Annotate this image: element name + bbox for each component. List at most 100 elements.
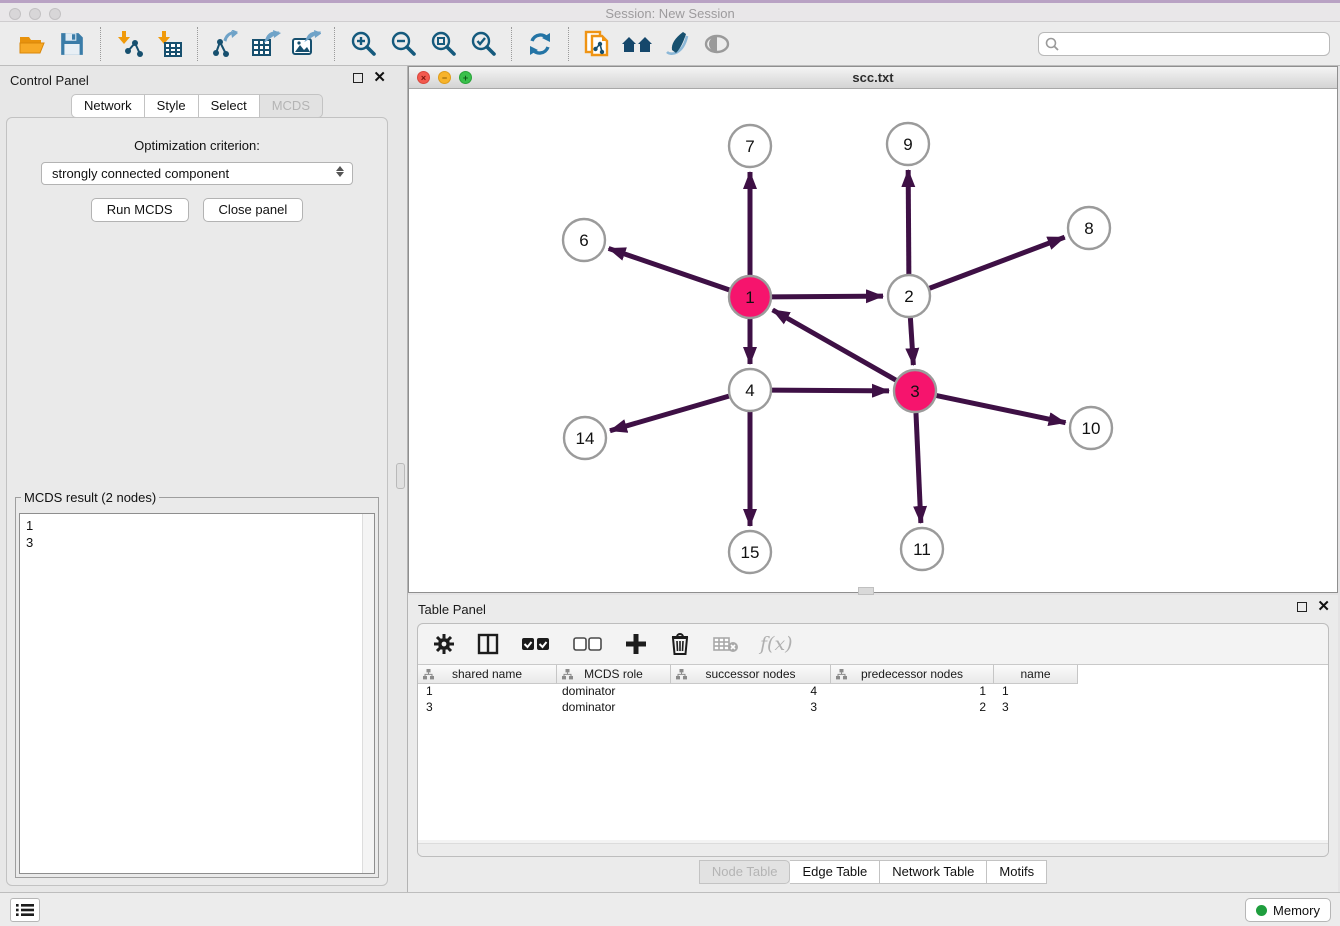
cell-mcds-role[interactable]: dominator [557, 699, 671, 715]
open-folder-icon[interactable] [15, 27, 49, 61]
float-table-panel-icon[interactable] [1297, 602, 1307, 612]
task-history-button[interactable] [10, 898, 40, 922]
tab-mcds[interactable]: MCDS [260, 94, 323, 118]
splitter-handle[interactable] [396, 463, 405, 489]
export-network-icon[interactable] [209, 27, 243, 61]
column-header-successor-nodes[interactable]: successor nodes [671, 665, 831, 684]
graph-edge[interactable] [772, 390, 889, 391]
cell-predecessor-nodes[interactable]: 2 [831, 699, 994, 715]
zoom-fit-icon[interactable] [426, 27, 460, 61]
graph-node-label: 3 [910, 382, 919, 401]
column-label: predecessor nodes [861, 667, 963, 681]
tab-node-table[interactable]: Node Table [699, 860, 791, 884]
cell-shared-name[interactable]: 3 [418, 699, 557, 715]
houses-icon[interactable] [620, 27, 654, 61]
save-glyph [59, 31, 85, 57]
cell-name[interactable]: 1 [994, 683, 1078, 699]
export-table-icon[interactable] [249, 27, 283, 61]
table-row[interactable]: 1 dominator 4 1 1 [418, 683, 1328, 699]
duplicate-network-icon[interactable] [580, 27, 614, 61]
refresh-icon[interactable] [523, 27, 557, 61]
style-brush-icon[interactable] [660, 27, 694, 61]
column-header-predecessor-nodes[interactable]: predecessor nodes [831, 665, 994, 684]
save-icon[interactable] [55, 27, 89, 61]
tab-edge-table[interactable]: Edge Table [790, 860, 880, 884]
tab-network-table[interactable]: Network Table [880, 860, 987, 884]
memory-button[interactable]: Memory [1245, 898, 1331, 922]
result-scrollbar[interactable] [362, 514, 374, 873]
run-mcds-button[interactable]: Run MCDS [91, 198, 189, 222]
cell-shared-name[interactable]: 1 [418, 683, 557, 699]
deselect-all-icon[interactable] [572, 632, 604, 656]
houses-glyph [621, 32, 653, 56]
trash-icon[interactable] [668, 632, 692, 656]
table-row[interactable]: 3 dominator 3 2 3 [418, 699, 1328, 715]
export-image-glyph [291, 30, 321, 58]
horizontal-splitter-handle[interactable] [858, 587, 874, 595]
style-brush-glyph [663, 30, 691, 58]
cell-successor-nodes[interactable]: 3 [671, 699, 831, 715]
cell-mcds-role[interactable]: dominator [557, 683, 671, 699]
vertical-splitter[interactable] [394, 66, 408, 892]
delete-table-icon[interactable] [712, 632, 740, 656]
function-builder-icon[interactable]: f(x) [760, 633, 793, 655]
table-horizontal-scrollbar[interactable] [418, 843, 1328, 856]
zoom-in-icon[interactable] [346, 27, 380, 61]
float-panel-icon[interactable] [353, 73, 363, 83]
export-image-icon[interactable] [289, 27, 323, 61]
zoom-out-icon[interactable] [386, 27, 420, 61]
table-panel-title: Table Panel [418, 602, 486, 617]
gear-glyph [433, 633, 455, 655]
table-header-row: shared name MCDS role successor nodes pr… [418, 664, 1328, 683]
close-panel-icon[interactable]: ✕ [373, 73, 386, 83]
network-canvas-svg[interactable]: 7968124314101511 [409, 89, 1337, 591]
add-icon[interactable] [624, 632, 648, 656]
select-chevrons-icon [336, 166, 344, 177]
cell-predecessor-nodes[interactable]: 1 [831, 683, 994, 699]
split-panel-icon[interactable] [476, 632, 500, 656]
network-canvas[interactable]: 7968124314101511 [409, 89, 1337, 591]
close-table-panel-icon[interactable]: ✕ [1317, 602, 1330, 612]
memory-label: Memory [1273, 903, 1320, 918]
tab-motifs[interactable]: Motifs [987, 860, 1047, 884]
network-window-titlebar: × − + scc.txt [409, 67, 1337, 89]
graph-edge[interactable] [916, 413, 921, 523]
tab-select[interactable]: Select [199, 94, 260, 118]
mcds-result-item[interactable]: 1 [20, 514, 374, 534]
graph-edge[interactable] [773, 310, 896, 380]
column-label: successor nodes [705, 667, 795, 681]
graph-node-label: 11 [913, 540, 931, 559]
mcds-result-item[interactable]: 3 [20, 534, 374, 551]
graph-edge[interactable] [610, 396, 729, 431]
gear-icon[interactable] [432, 632, 456, 656]
cell-successor-nodes[interactable]: 4 [671, 683, 831, 699]
search-input[interactable] [1038, 32, 1330, 56]
graph-node-label: 4 [745, 381, 754, 400]
control-panel-header: Control Panel ✕ [0, 66, 394, 94]
cell-name[interactable]: 3 [994, 699, 1078, 715]
graph-edge[interactable] [937, 396, 1066, 423]
mcds-result-title: MCDS result (2 nodes) [21, 490, 159, 505]
hierarchy-icon [423, 669, 434, 680]
optimization-criterion-select[interactable]: strongly connected component [41, 162, 353, 185]
mcds-result-list[interactable]: 1 3 [19, 513, 375, 874]
graph-edge[interactable] [772, 296, 883, 297]
graph-edge[interactable] [609, 248, 730, 289]
tab-style[interactable]: Style [145, 94, 199, 118]
select-all-icon[interactable] [520, 632, 552, 656]
open-folder-glyph [18, 32, 46, 56]
column-header-mcds-role[interactable]: MCDS role [557, 665, 671, 684]
close-panel-button[interactable]: Close panel [203, 198, 304, 222]
toolbar-separator [100, 27, 101, 61]
graph-edge[interactable] [908, 170, 909, 274]
column-header-name[interactable]: name [994, 665, 1078, 684]
import-table-icon[interactable] [152, 27, 186, 61]
tab-network[interactable]: Network [71, 94, 145, 118]
graph-edge[interactable] [930, 237, 1065, 288]
table-panel-header: Table Panel ✕ [408, 595, 1338, 623]
column-header-shared-name[interactable]: shared name [418, 665, 557, 684]
graph-edge[interactable] [910, 318, 913, 365]
eye-icon[interactable] [700, 27, 734, 61]
import-network-icon[interactable] [112, 27, 146, 61]
zoom-selected-icon[interactable] [466, 27, 500, 61]
